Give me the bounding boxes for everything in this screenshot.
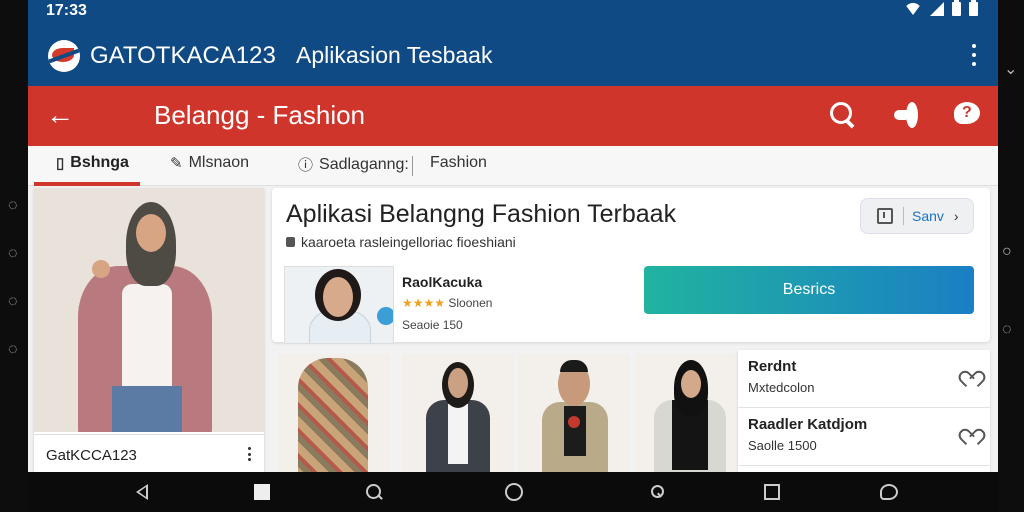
list-item[interactable]: Rerdnt Mxtedcolon	[738, 350, 990, 408]
hair	[560, 360, 588, 372]
favorite-heart-icon[interactable]	[962, 422, 978, 436]
product-list-panel: Rerdnt Mxtedcolon Raadler Katdjom Saolle…	[738, 350, 990, 472]
button-divider	[903, 207, 904, 225]
nav-assistant-icon[interactable]	[648, 482, 668, 502]
signal-icon	[930, 2, 944, 16]
bookmark-icon	[877, 208, 893, 224]
wifi-icon	[904, 3, 922, 15]
model-photo	[34, 188, 264, 432]
product-tile[interactable]	[402, 354, 514, 472]
device-left-bezel: ◌ ◌ ◌ ◌	[0, 0, 28, 512]
toolbar: ← Belangg - Fashion	[28, 86, 998, 146]
app-info-title: Aplikasi Belangng Fashion Terbaak	[286, 200, 677, 228]
tab-label: Fashion	[430, 154, 487, 171]
app-screen: 17:33 GATOTKACA123 Aplikasion Tesbaak ← …	[28, 0, 998, 472]
side-circle-icon: ◌	[8, 341, 18, 358]
info-icon: ⓘ	[298, 157, 314, 174]
batik-dress	[298, 358, 368, 472]
shirt	[448, 404, 468, 464]
device-right-bezel: ⌄ ○ ◌	[998, 0, 1024, 512]
list-item[interactable]: Raadler Katdjom Saolle 1500	[738, 408, 990, 466]
pencil-icon: ✎	[170, 155, 183, 172]
side-circle-icon: ◌	[8, 197, 18, 214]
favorite-heart-icon[interactable]	[962, 364, 978, 378]
back-arrow-icon[interactable]: ←	[46, 100, 74, 130]
nav-recents-icon[interactable]	[762, 482, 782, 502]
tab-label: Bshnga	[70, 154, 129, 171]
device-frame: ◌ ◌ ◌ ◌ ⌄ ○ ◌ 17:33 GATOTKACA123 Aplikas…	[0, 0, 1024, 512]
badge-icon	[377, 307, 393, 325]
tab-sadlaganng[interactable]: ⓘ Sadlaganng:	[298, 154, 409, 175]
star-rating-icon: ★★★★	[402, 296, 446, 310]
product-tile[interactable]	[278, 354, 390, 472]
seller-meta: Seaoie 150	[402, 318, 463, 332]
chevron-down-icon[interactable]: ⌄	[1004, 62, 1017, 78]
seller-photo[interactable]	[284, 266, 394, 344]
page-title: Belangg - Fashion	[154, 100, 366, 130]
battery-icon	[952, 0, 961, 16]
product-tile[interactable]	[636, 354, 748, 472]
status-icons	[904, 0, 978, 16]
system-nav-bar	[28, 472, 998, 512]
nav-square-icon[interactable]	[252, 482, 272, 502]
tab-divider	[412, 156, 413, 176]
caption-text: GatKCCA123	[46, 447, 137, 464]
tab-label: Sadlaganng:	[319, 155, 409, 173]
seller-rating: ★★★★ Sloonen	[402, 296, 492, 310]
product-tile[interactable]	[518, 354, 630, 472]
tshirt	[564, 406, 586, 456]
side-circle-icon: ○	[1002, 243, 1012, 260]
model-caption: GatKCCA123	[34, 434, 264, 472]
bag-icon: ▯	[56, 155, 65, 172]
help-chat-icon[interactable]	[952, 100, 984, 132]
more-options-icon[interactable]	[248, 447, 252, 461]
side-circle-icon: ◌	[8, 293, 18, 310]
side-circle-icon: ◌	[1002, 321, 1012, 338]
nav-home-icon[interactable]	[504, 482, 524, 502]
face	[136, 214, 166, 252]
featured-model-card[interactable]: GatKCCA123	[34, 188, 264, 472]
subtitle-text: kaaroeta rasleingelloriac fioeshiani	[301, 234, 516, 250]
jeans	[112, 386, 182, 432]
list-item-title: Raadler Katdjom	[748, 416, 868, 433]
chevron-right-icon: ›	[953, 208, 959, 224]
tab-mlsnaon[interactable]: ✎ Mlsnaon	[170, 154, 249, 172]
lock-icon	[286, 237, 295, 247]
overflow-menu-icon[interactable]	[972, 44, 976, 66]
tab-bshnga[interactable]: ▯ Bshnga	[56, 154, 129, 172]
face	[681, 370, 701, 398]
print	[568, 416, 580, 428]
nav-back-icon[interactable]	[132, 482, 152, 502]
app-info-card: Aplikasi Belangng Fashion Terbaak kaaroe…	[272, 188, 990, 344]
list-item-subtitle: Saolle 1500	[748, 438, 817, 453]
app-tagline: Aplikasion Tesbaak	[296, 42, 493, 68]
active-tab-indicator	[34, 182, 140, 186]
list-item-subtitle: Mxtedcolon	[748, 380, 815, 395]
save-label: Sanv	[912, 208, 944, 224]
rating-text: Sloonen	[448, 296, 493, 310]
app-info-subtitle: kaaroeta rasleingelloriac fioeshiani	[286, 234, 516, 250]
search-icon[interactable]	[828, 100, 860, 132]
cta-button[interactable]: Besrics	[644, 266, 974, 314]
tab-label: Mlsnaon	[188, 154, 250, 171]
face	[323, 277, 353, 317]
face	[448, 368, 468, 398]
tab-bar: ▯ Bshnga ✎ Mlsnaon ⓘ Sadlaganng: Fashion	[28, 146, 998, 186]
list-item-title: Rerdnt	[748, 358, 797, 375]
app-logo-icon	[48, 40, 80, 72]
app-bar: 17:33 GATOTKACA123 Aplikasion Tesbaak	[28, 0, 998, 86]
battery-icon	[969, 0, 978, 16]
status-time: 17:33	[46, 2, 87, 19]
nav-chat-icon[interactable]	[878, 482, 898, 502]
hand	[92, 260, 110, 278]
seller-name: RaolKacuka	[402, 274, 483, 290]
save-button[interactable]: Sanv ›	[860, 198, 974, 234]
tab-fashion[interactable]: Fashion	[430, 154, 487, 172]
side-circle-icon: ◌	[8, 245, 18, 262]
nav-search-icon[interactable]	[364, 482, 384, 502]
app-name: GATOTKACA123	[90, 42, 276, 69]
share-icon[interactable]	[890, 100, 922, 132]
shirt	[122, 284, 172, 388]
